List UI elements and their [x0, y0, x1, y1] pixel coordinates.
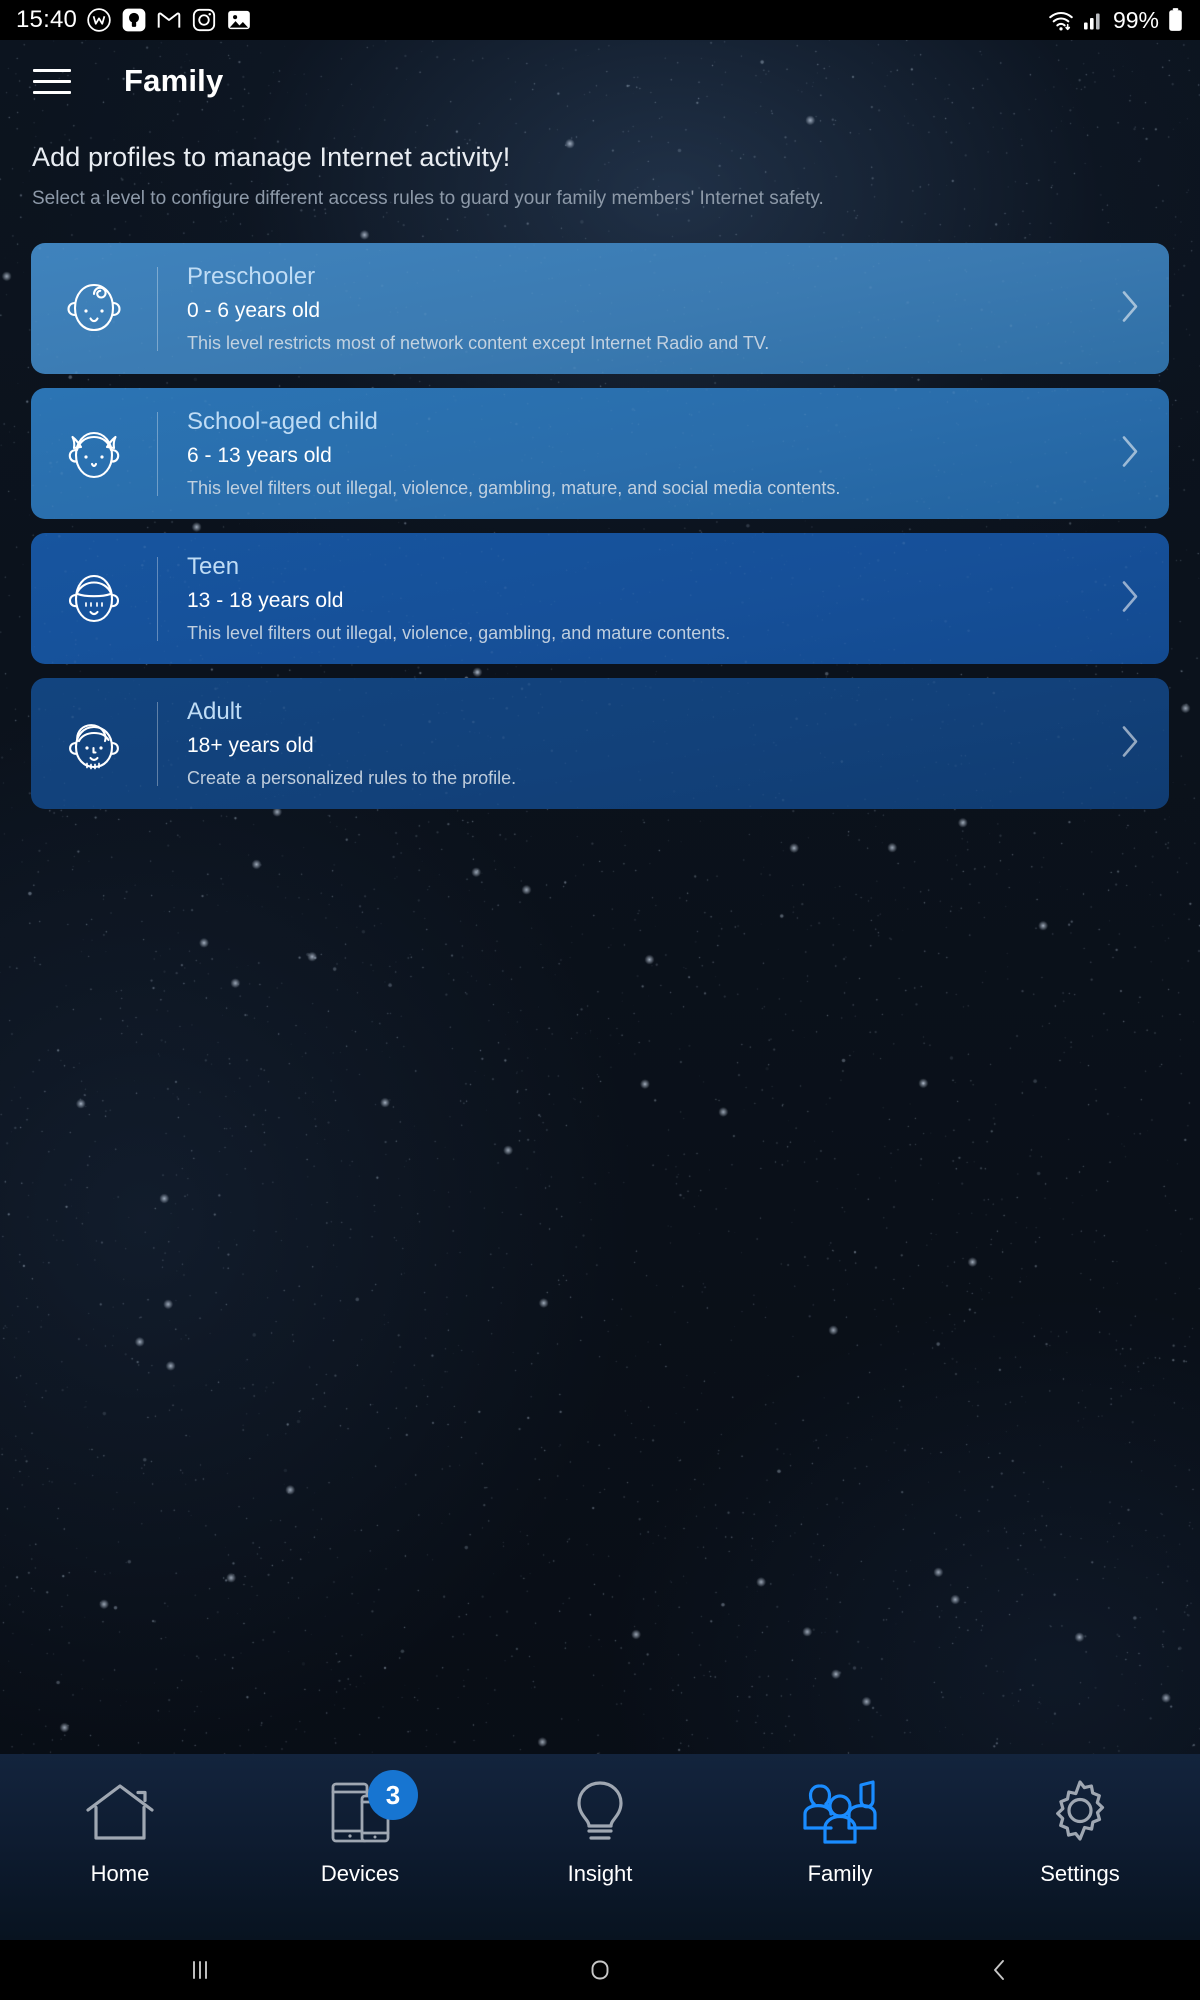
- back-chevron-icon[interactable]: [800, 1957, 1200, 1983]
- card-body: Preschooler 0 - 6 years old This level r…: [158, 264, 1169, 352]
- card-age-range: 13 - 18 years old: [187, 588, 344, 612]
- card-age-range: 0 - 6 years old: [187, 298, 321, 322]
- bulb-square-icon: [122, 8, 146, 32]
- nav-item-label: Devices: [320, 1861, 400, 1886]
- bottom-navigation-bar: Home 3 Devices Insight Family Settings: [0, 1754, 1200, 1940]
- profile-level-card-teen[interactable]: Teen 13 - 18 years old This level filter…: [31, 533, 1169, 664]
- app-bar: Family: [0, 40, 1200, 122]
- chevron-right-icon[interactable]: [1119, 579, 1141, 618]
- home-icon: [83, 1774, 157, 1852]
- status-bar-right: 99%: [1047, 7, 1184, 34]
- chevron-right-icon[interactable]: [1119, 289, 1141, 328]
- nav-item-label: Home: [90, 1861, 150, 1886]
- card-title: Adult: [187, 698, 242, 726]
- nav-item-settings[interactable]: Settings: [960, 1754, 1200, 1940]
- family-group-icon: [800, 1774, 880, 1852]
- devices-icon: 3: [324, 1770, 418, 1852]
- nav-item-family[interactable]: Family: [720, 1754, 960, 1940]
- nav-item-insight[interactable]: Insight: [480, 1754, 720, 1940]
- card-body: Adult 18+ years old Create a personalize…: [158, 699, 1169, 787]
- card-description: Create a personalized rules to the profi…: [187, 767, 517, 788]
- nav-item-home[interactable]: Home: [0, 1754, 240, 1940]
- page-title: Family: [124, 63, 224, 98]
- nav-item-label: Insight: [567, 1861, 633, 1886]
- card-description: This level filters out illegal, violence…: [187, 622, 731, 643]
- status-bar-left: 15:40: [16, 6, 252, 34]
- status-bar: 15:40 99%: [0, 0, 1200, 40]
- intro-block: Add profiles to manage Internet activity…: [32, 142, 824, 210]
- wifi-icon: [1049, 11, 1073, 31]
- profile-level-list: Preschooler 0 - 6 years old This level r…: [31, 243, 1169, 823]
- nav-item-label: Family: [807, 1861, 873, 1886]
- profile-level-card-school-aged-child[interactable]: School-aged child 6 - 13 years old This …: [31, 388, 1169, 519]
- intro-subheading: Select a level to configure different ac…: [32, 188, 824, 209]
- cellular-signal-icon: [1083, 13, 1100, 30]
- gear-icon: [1044, 1774, 1116, 1852]
- chevron-right-icon[interactable]: [1119, 724, 1141, 763]
- card-title: School-aged child: [187, 408, 378, 436]
- lightbulb-icon: [569, 1774, 631, 1852]
- profile-level-card-adult[interactable]: Adult 18+ years old Create a personalize…: [31, 678, 1169, 809]
- w-circle-icon: [87, 8, 111, 32]
- recents-icon[interactable]: [0, 1957, 400, 1983]
- chevron-right-icon[interactable]: [1119, 434, 1141, 473]
- battery-percent-label: 99%: [1112, 6, 1159, 33]
- hamburger-menu-icon[interactable]: [30, 58, 76, 104]
- card-description: This level filters out illegal, violence…: [187, 477, 841, 498]
- intro-heading: Add profiles to manage Internet activity…: [32, 142, 511, 172]
- photos-icon: [228, 10, 250, 30]
- nav-item-label: Settings: [1040, 1861, 1120, 1886]
- card-body: School-aged child 6 - 13 years old This …: [158, 409, 1169, 497]
- teen-face-icon: [31, 562, 157, 636]
- battery-icon: [1169, 8, 1182, 31]
- card-body: Teen 13 - 18 years old This level filter…: [158, 554, 1169, 642]
- instagram-icon: [192, 8, 216, 32]
- devices-badge-count: 3: [368, 1770, 418, 1820]
- card-title: Preschooler: [187, 263, 316, 291]
- card-age-range: 6 - 13 years old: [187, 443, 332, 467]
- app-root: 15:40 99% Family Add profiles to manage …: [0, 0, 1200, 2000]
- status-bar-clock: 15:40: [16, 6, 78, 33]
- profile-level-card-preschooler[interactable]: Preschooler 0 - 6 years old This level r…: [31, 243, 1169, 374]
- girl-face-icon: [31, 417, 157, 491]
- baby-face-icon: [31, 272, 157, 346]
- android-system-nav: [0, 1940, 1200, 2000]
- card-age-range: 18+ years old: [187, 733, 314, 757]
- nav-item-devices[interactable]: 3 Devices: [240, 1754, 480, 1940]
- card-title: Teen: [187, 553, 240, 581]
- gmail-icon: [157, 12, 181, 28]
- card-description: This level restricts most of network con…: [187, 332, 770, 353]
- adult-face-icon: [31, 707, 157, 781]
- home-circle-icon[interactable]: [400, 1957, 800, 1983]
